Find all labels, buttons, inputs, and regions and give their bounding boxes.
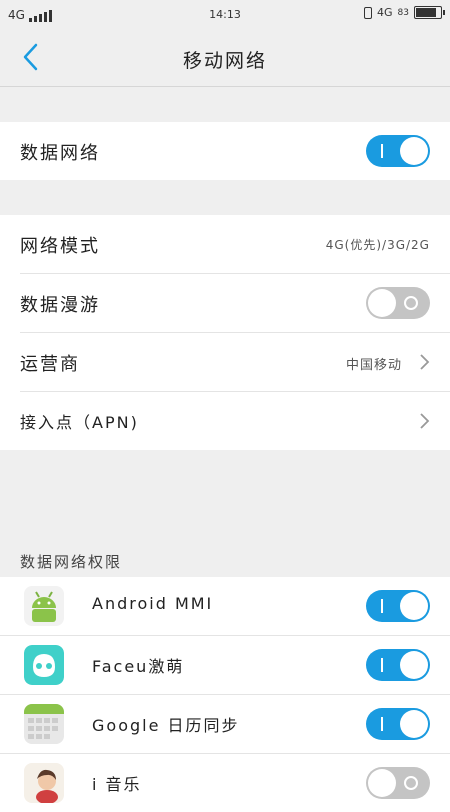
app-row-google-calendar[interactable]: Google 日历同步 — [0, 695, 450, 754]
page-title: 移动网络 — [182, 50, 267, 72]
chevron-right-icon — [420, 413, 430, 429]
app-toggle-google-calendar[interactable] — [366, 708, 430, 740]
network-mode-row[interactable]: 网络模式 4G(优先)/3G/2G — [20, 215, 450, 274]
imusic-icon — [24, 763, 64, 803]
vibrate-icon — [364, 6, 373, 19]
network-settings-group: 网络模式 4G(优先)/3G/2G 数据漫游 运营商 中国移动 接入点（APN) — [0, 215, 450, 450]
title-bar: 移动网络 — [0, 30, 450, 87]
data-roaming-toggle[interactable] — [366, 287, 430, 319]
app-toggle-android-mmi[interactable] — [366, 590, 430, 622]
network-mode-value: 4G(优先)/3G/2G — [325, 238, 430, 252]
carrier-label: 运营商 — [20, 354, 80, 375]
app-name: i 音乐 — [92, 775, 142, 794]
app-permissions-group: Android MMI Faceu激萌 Google 日历同步 i 音乐 — [0, 577, 450, 812]
app-toggle-imusic[interactable] — [366, 767, 430, 799]
app-name: Android MMI — [92, 594, 214, 613]
app-name: Google 日历同步 — [92, 716, 240, 735]
battery-icon — [414, 6, 445, 19]
carrier-row[interactable]: 运营商 中国移动 — [20, 333, 450, 392]
data-network-row[interactable]: 数据网络 — [20, 122, 450, 180]
section-header-permissions: 数据网络权限 — [20, 553, 123, 571]
app-toggle-faceu[interactable] — [366, 649, 430, 681]
chevron-right-icon — [420, 354, 430, 370]
calendar-icon — [24, 704, 64, 744]
network-type-right: 4G — [377, 6, 393, 19]
android-icon — [24, 586, 64, 626]
apn-row[interactable]: 接入点（APN) — [20, 392, 450, 450]
data-roaming-label: 数据漫游 — [20, 295, 100, 316]
data-roaming-row[interactable]: 数据漫游 — [20, 274, 450, 333]
carrier-value: 中国移动 — [345, 358, 402, 373]
status-right: 4G 83 — [364, 6, 445, 19]
app-name: Faceu激萌 — [92, 657, 185, 676]
data-network-toggle[interactable] — [366, 135, 430, 167]
battery-percent: 83 — [397, 7, 409, 18]
app-row-android-mmi[interactable]: Android MMI — [0, 577, 450, 636]
status-bar: 4G 14:13 4G 83 — [0, 0, 450, 30]
data-network-label: 数据网络 — [20, 143, 100, 164]
data-network-group: 数据网络 — [0, 122, 450, 180]
network-mode-label: 网络模式 — [20, 236, 100, 257]
app-row-imusic[interactable]: i 音乐 — [0, 754, 450, 812]
faceu-icon — [24, 645, 64, 685]
app-row-faceu[interactable]: Faceu激萌 — [0, 636, 450, 695]
apn-label: 接入点（APN) — [20, 413, 139, 432]
